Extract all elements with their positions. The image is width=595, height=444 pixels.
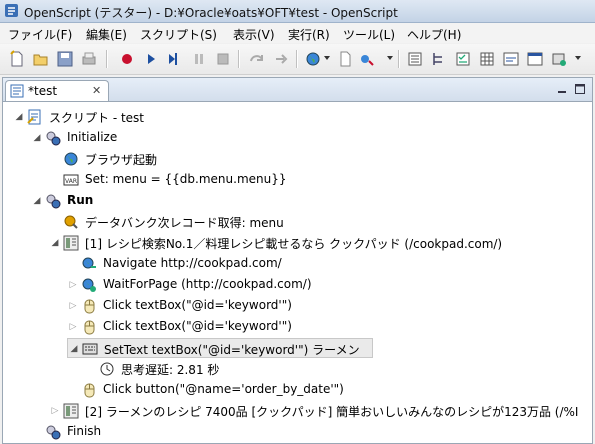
open-icon[interactable] xyxy=(32,50,50,68)
title-bar: OpenScript (テスター) - D:¥Oracle¥oats¥OFT¥t… xyxy=(0,0,595,23)
tree-item-label: SetText textBox("@id='keyword'") ラーメン xyxy=(104,343,360,357)
minimize-icon[interactable] xyxy=(555,82,569,96)
tree-item-label: Set: menu = {{db.menu.menu}} xyxy=(85,172,287,186)
save-icon[interactable] xyxy=(56,50,74,68)
maximize-icon[interactable] xyxy=(573,82,587,96)
browser-icon[interactable] xyxy=(304,50,322,68)
expand-arrow-icon[interactable]: ▷ xyxy=(67,321,79,333)
play-icon[interactable] xyxy=(142,50,160,68)
menu-file[interactable]: ファイル(F) xyxy=(8,26,72,43)
clock-icon xyxy=(99,361,115,377)
tab-test[interactable]: *test ✕ xyxy=(5,80,109,101)
screenshot-icon[interactable] xyxy=(550,50,568,68)
tree-view-icon[interactable] xyxy=(406,50,424,68)
tree-item-label: Run xyxy=(67,193,94,207)
click-icon xyxy=(81,298,97,314)
text-check-icon[interactable] xyxy=(502,50,520,68)
tree-item-label: Navigate http://cookpad.com/ xyxy=(103,256,282,270)
tree-item-label: [1] レシピ検索No.1／料理レシピ載せるなら クックパッド (/cookpa… xyxy=(85,237,503,251)
tree-item-label: データバンク次レコード取得: menu xyxy=(85,216,284,230)
databank-icon xyxy=(63,214,79,230)
menu-script[interactable]: スクリプト(S) xyxy=(140,26,217,43)
collapse-arrow-icon[interactable]: ◢ xyxy=(31,132,43,144)
stop-icon[interactable] xyxy=(214,50,232,68)
svg-text:VAR: VAR xyxy=(65,178,77,185)
toolbar xyxy=(0,44,595,75)
pause-icon[interactable] xyxy=(190,50,208,68)
tree-item-label: WaitForPage (http://cookpad.com/) xyxy=(103,277,312,291)
tree-item-label: ブラウザ起動 xyxy=(85,153,158,167)
expand-arrow-icon[interactable]: ▷ xyxy=(67,300,79,312)
wait-icon xyxy=(81,277,97,293)
script-editor: *test ✕ ◢ スクリプト - test ◢ Initialize ブラウザ… xyxy=(2,77,593,444)
collapse-arrow-icon[interactable]: ◢ xyxy=(49,237,61,249)
globe-icon xyxy=(63,151,79,167)
var-icon: VAR xyxy=(63,172,79,188)
print-icon[interactable] xyxy=(80,50,98,68)
script-icon xyxy=(10,84,24,98)
collapse-arrow-icon[interactable]: ◢ xyxy=(68,343,80,355)
tree-item-label: [2] ラーメンのレシピ 7400品 [クックパッド] 簡単おいしいみんなのレシ… xyxy=(85,405,579,419)
new-script-icon[interactable] xyxy=(8,50,26,68)
menu-view[interactable]: 表示(V) xyxy=(233,26,275,43)
tree-item-label: 思考遅延: 2.81 秒 xyxy=(121,363,220,377)
script-tree: ◢ スクリプト - test ◢ Initialize ブラウザ起動 VAR S… xyxy=(3,102,592,444)
collapse-arrow-icon[interactable]: ◢ xyxy=(13,111,25,123)
script-icon xyxy=(27,109,43,125)
close-icon[interactable]: ✕ xyxy=(92,84,101,97)
menu-edit[interactable]: 編集(E) xyxy=(86,26,127,43)
window-title: OpenScript (テスター) - D:¥Oracle¥oats¥OFT¥t… xyxy=(24,6,398,20)
record-icon[interactable] xyxy=(118,50,136,68)
collapse-arrow-icon[interactable]: ◢ xyxy=(31,195,43,207)
section-icon xyxy=(45,193,61,209)
tab-label: *test xyxy=(28,84,58,98)
menu-run[interactable]: 実行(R) xyxy=(288,26,330,43)
menu-bar: ファイル(F) 編集(E) スクリプト(S) 表示(V) 実行(R) ツール(L… xyxy=(0,23,595,43)
expand-arrow-icon[interactable]: ▷ xyxy=(67,279,79,291)
section-icon xyxy=(45,130,61,146)
window-icon[interactable] xyxy=(526,50,544,68)
page-icon xyxy=(63,235,79,251)
table-icon[interactable] xyxy=(478,50,496,68)
tree-item-label: Initialize xyxy=(67,130,118,144)
editor-tab-bar: *test ✕ xyxy=(3,78,592,102)
openscript-app-icon xyxy=(5,4,18,17)
tree-item-label: Click textBox("@id='keyword'") xyxy=(103,319,292,333)
document-icon[interactable] xyxy=(336,50,354,68)
hierarchy-icon[interactable] xyxy=(430,50,448,68)
step-over-icon[interactable] xyxy=(248,50,266,68)
add-step-icon[interactable] xyxy=(358,50,376,68)
tree-item-label: スクリプト - test xyxy=(49,111,145,125)
iterate-icon[interactable] xyxy=(164,50,182,68)
resume-icon[interactable] xyxy=(272,50,290,68)
tree-item-label: Click textBox("@id='keyword'") xyxy=(103,298,292,312)
menu-tools[interactable]: ツール(L) xyxy=(343,26,395,43)
tree-item-set-text[interactable]: ◢ SetText textBox("@id='keyword'") ラーメン xyxy=(67,338,373,358)
menu-help[interactable]: ヘルプ(H) xyxy=(407,26,461,43)
section-icon xyxy=(45,424,61,440)
keyboard-icon xyxy=(82,341,98,357)
checklist-icon[interactable] xyxy=(454,50,472,68)
expand-arrow-icon[interactable]: ▷ xyxy=(49,405,61,417)
click-icon xyxy=(81,382,97,398)
tree-item-label: Finish xyxy=(67,424,102,438)
tree-item-label: Click button("@name='order_by_date'") xyxy=(103,382,344,396)
page-icon xyxy=(63,403,79,419)
navigate-icon xyxy=(81,256,97,272)
click-icon xyxy=(81,319,97,335)
